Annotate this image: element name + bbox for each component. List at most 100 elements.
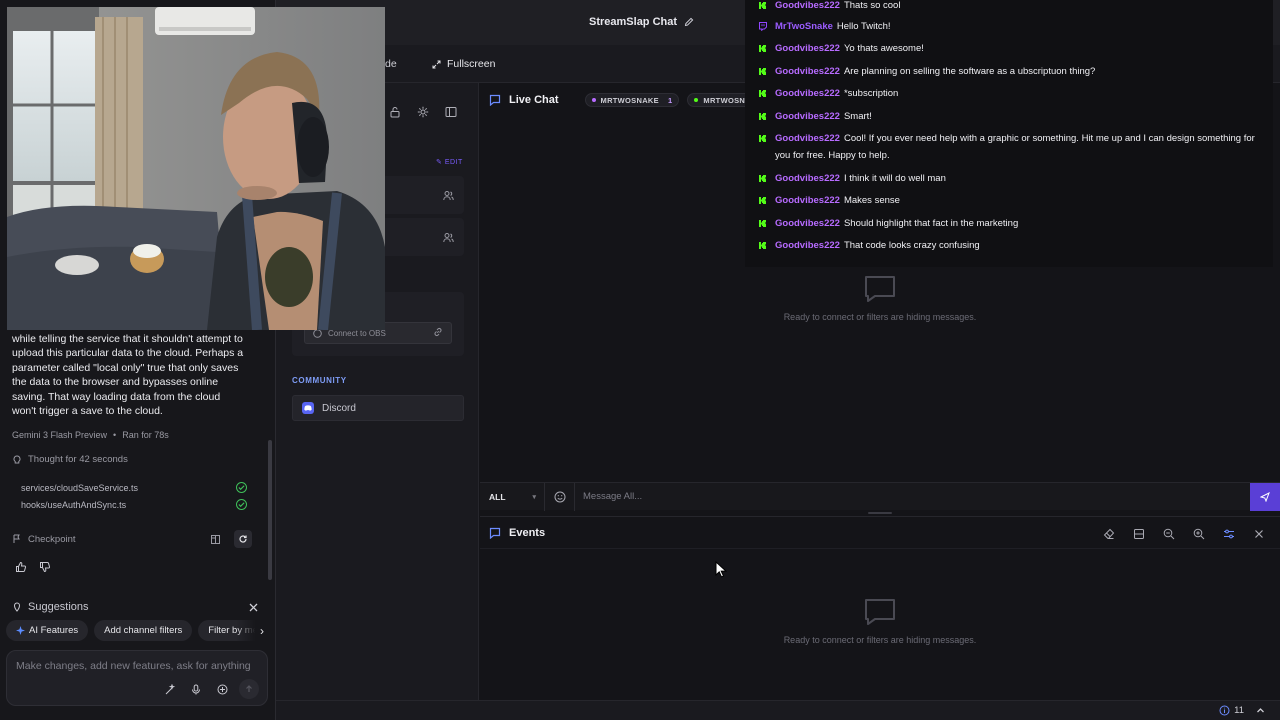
checkpoint-label: Checkpoint <box>28 533 76 545</box>
add-attachment-button[interactable] <box>213 680 231 698</box>
model-name: Gemini 3 Flash Preview <box>12 430 108 440</box>
kick-dot-icon <box>694 98 699 102</box>
chat-username: Goodvibes222 <box>775 0 840 11</box>
thought-toggle[interactable]: Thought for 42 seconds <box>12 454 128 465</box>
magic-wand-button[interactable] <box>161 680 179 698</box>
send-message-button[interactable] <box>1250 482 1280 511</box>
fullscreen-button[interactable]: Fullscreen <box>432 58 495 70</box>
smiley-icon <box>554 491 565 502</box>
redo-button[interactable] <box>234 530 252 548</box>
issues-count: 11 <box>1234 704 1244 716</box>
expand-icon <box>432 60 441 68</box>
events-empty-state: Ready to connect or filters are hiding m… <box>480 597 1280 645</box>
issues-indicator[interactable]: 11 <box>1219 705 1244 716</box>
chat-empty-state: Ready to connect or filters are hiding m… <box>480 274 1280 322</box>
assistant-message-line: the data to the browser and bypasses onl… <box>12 376 219 389</box>
pin-icon <box>13 602 21 612</box>
discord-label: Discord <box>322 402 356 414</box>
zoom-in-button[interactable] <box>1190 525 1208 543</box>
overlay-message: Goodvibes222 Smart! <box>757 108 1257 125</box>
suggestions-header: Suggestions <box>12 598 262 616</box>
message-bar: ALL ▾ <box>480 482 1280 511</box>
lock-button[interactable] <box>386 103 404 121</box>
edit-link[interactable]: ✎ EDIT <box>436 158 463 166</box>
chip-label: AI Features <box>29 625 79 636</box>
zoom-in-icon <box>1193 528 1205 540</box>
close-suggestions-button[interactable] <box>244 598 262 616</box>
assistant-scrollbar[interactable] <box>268 440 272 580</box>
thumbs-up-icon <box>16 561 27 572</box>
changed-file-row[interactable]: services/cloudSaveService.ts <box>21 482 247 493</box>
assistant-message-line: won't trigger a save to the cloud. <box>12 405 163 418</box>
kick-icon <box>757 170 767 187</box>
thought-label: Thought for 42 seconds <box>28 454 128 465</box>
users-icon <box>443 188 454 206</box>
close-events-button[interactable] <box>1250 525 1268 543</box>
message-input[interactable] <box>574 482 1250 511</box>
overlay-message: Goodvibes222 Should highlight that fact i… <box>757 215 1257 232</box>
toggle-sidebar-button[interactable] <box>442 103 460 121</box>
emoji-button[interactable] <box>544 482 574 511</box>
assistant-message-line: upload this particular data to the cloud… <box>12 347 244 360</box>
kick-icon <box>757 108 767 125</box>
twitch-dot-icon <box>591 98 596 102</box>
discord-link[interactable]: Discord <box>292 395 464 421</box>
kick-icon <box>757 63 767 80</box>
checkpoint-row: Checkpoint <box>12 530 252 548</box>
assistant-message-line: saving. That way loading data from the c… <box>12 390 221 403</box>
expand-status-button[interactable] <box>1254 704 1266 716</box>
layout-button[interactable] <box>1130 525 1148 543</box>
chat-username: Goodvibes222 <box>775 111 840 122</box>
chat-username: Goodvibes222 <box>775 88 840 99</box>
chat-text: Yo thats awesome! <box>843 43 924 54</box>
chat-text: Should highlight that fact in the market… <box>843 218 1019 229</box>
overlay-message: MrTwoSnake Hello Twitch! <box>757 18 1257 35</box>
prompt-placeholder: Make changes, add new features, ask for … <box>16 660 251 672</box>
changed-file-row[interactable]: hooks/useAuthAndSync.ts <box>21 499 247 510</box>
overlay-message: Goodvibes222 Are planning on selling the … <box>757 63 1257 80</box>
kick-icon <box>757 215 767 232</box>
zoom-out-button[interactable] <box>1160 525 1178 543</box>
prompt-input[interactable]: Make changes, add new features, ask for … <box>6 650 268 706</box>
thumbs-down-icon <box>40 562 51 573</box>
microphone-button[interactable] <box>187 680 205 698</box>
assistant-message: while telling the service that it should… <box>12 332 262 418</box>
kick-icon <box>757 192 767 209</box>
events-panel: Events Ready to connect or filters are h… <box>480 516 1280 700</box>
chat-text: Hello Twitch! <box>836 21 891 32</box>
panel-resize-handle[interactable] <box>868 512 892 514</box>
send-prompt-button[interactable] <box>239 679 259 699</box>
suggestion-chip[interactable]: Add channel filters <box>94 620 193 641</box>
meta-separator: • <box>113 430 117 440</box>
wand-icon <box>165 683 175 694</box>
run-time: Ran for 78s <box>122 430 169 440</box>
scroll-chips-right-button[interactable]: › <box>236 620 268 642</box>
chat-text: Are planning on selling the software as … <box>843 66 1096 77</box>
chat-username: Goodvibes222 <box>775 195 840 206</box>
chat-text: That code looks crazy confusing <box>843 240 980 251</box>
viewer-count: 1 <box>667 95 673 105</box>
settings-button[interactable] <box>414 103 432 121</box>
chevron-up-icon <box>1256 707 1264 712</box>
fullscreen-label: Fullscreen <box>447 58 496 70</box>
clear-events-button[interactable] <box>1100 525 1118 543</box>
app-window: while telling the service that it should… <box>0 0 1280 720</box>
arrow-up-icon <box>246 685 252 692</box>
chat-empty-text: Ready to connect or filters are hiding m… <box>783 312 977 322</box>
empty-chat-icon <box>865 599 895 625</box>
thumbs-down-button[interactable] <box>36 558 54 576</box>
restore-checkpoint-button[interactable] <box>206 530 224 548</box>
platform-select[interactable]: ALL ▾ <box>480 492 544 502</box>
filter-button[interactable] <box>1220 525 1238 543</box>
zoom-out-icon <box>1163 528 1175 540</box>
file-path: services/cloudSaveService.ts <box>21 482 139 493</box>
rename-button[interactable] <box>683 16 695 28</box>
mode-button[interactable]: de <box>385 58 397 70</box>
thumbs-up-button[interactable] <box>12 558 30 576</box>
unlock-icon <box>390 107 400 118</box>
webcam-feed <box>7 7 385 330</box>
book-icon <box>210 534 220 544</box>
kick-icon <box>757 130 767 147</box>
channel-filter-tag[interactable]: MRTWOSNAKE 1 <box>584 93 680 107</box>
suggestion-chip[interactable]: AI Features <box>6 620 89 641</box>
